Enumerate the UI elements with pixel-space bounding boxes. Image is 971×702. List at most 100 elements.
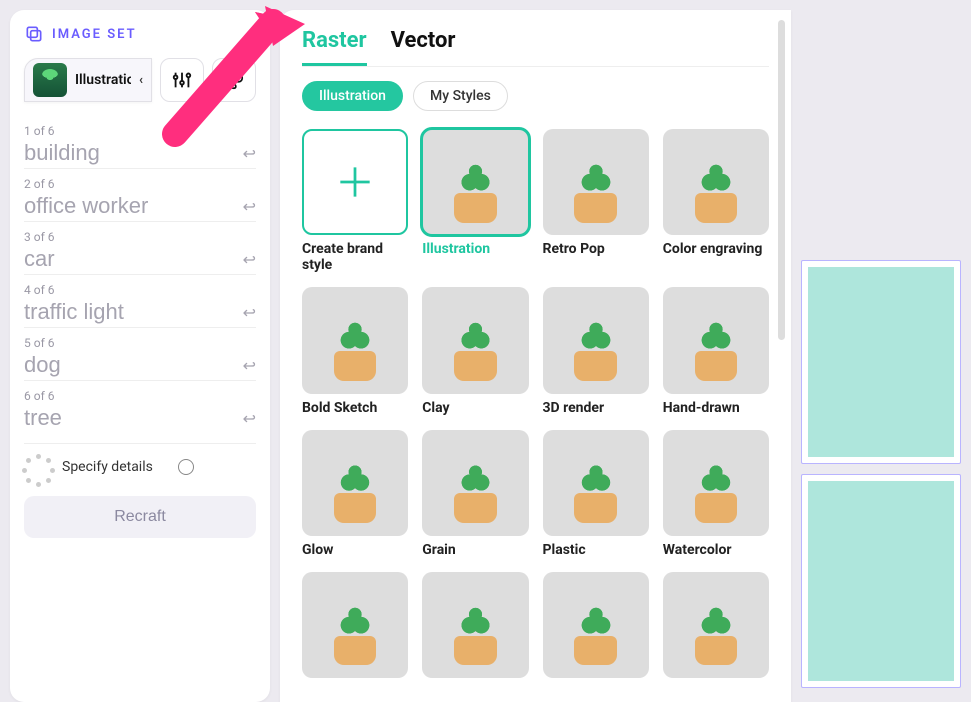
- style-label: Plastic: [543, 542, 649, 558]
- style-thumbnail: [302, 572, 408, 678]
- palette-icon: [223, 69, 245, 91]
- prompt-item: 1 of 6 ↩: [24, 116, 256, 168]
- style-thumbnail: [422, 129, 528, 235]
- style-thumbnail: [422, 572, 528, 678]
- style-thumbnail: [663, 430, 769, 536]
- style-card[interactable]: Retro Pop: [543, 129, 649, 273]
- preview-image: [808, 267, 954, 457]
- prompt-item: 4 of 6 ↩: [24, 274, 256, 327]
- prompt-index: 5 of 6: [24, 336, 256, 350]
- style-card[interactable]: [422, 572, 528, 678]
- style-thumbnail: [543, 430, 649, 536]
- style-thumbnail: [663, 129, 769, 235]
- style-card[interactable]: Clay: [422, 287, 528, 415]
- style-card[interactable]: Glow: [302, 430, 408, 558]
- preview-frame[interactable]: [801, 474, 961, 688]
- prompt-index: 3 of 6: [24, 230, 256, 244]
- style-panel: Raster Vector Illustration My Styles Creat…: [280, 10, 791, 702]
- prompt-index: 4 of 6: [24, 283, 256, 297]
- return-icon: ↩: [243, 409, 256, 428]
- style-card[interactable]: [543, 572, 649, 678]
- style-label: 3D render: [543, 400, 649, 416]
- style-label: Clay: [422, 400, 528, 416]
- style-thumbnail: [663, 572, 769, 678]
- sidebar: IMAGE SET Illustratio ‹ 1 of 6 ↩2 of 6 ↩…: [10, 10, 270, 702]
- filter-my-styles[interactable]: My Styles: [413, 81, 508, 111]
- style-label: Create brand style: [302, 241, 408, 273]
- prompt-input[interactable]: [24, 246, 237, 272]
- style-thumbnail: [302, 287, 408, 393]
- style-grid: Create brand style Illustration Retro Pop C…: [302, 129, 769, 678]
- sidebar-title: IMAGE SET: [24, 24, 256, 44]
- style-card[interactable]: Illustration: [422, 129, 528, 273]
- specify-toggle[interactable]: [178, 459, 194, 475]
- style-label: Hand-drawn: [663, 400, 769, 416]
- return-icon: ↩: [243, 303, 256, 322]
- recraft-button[interactable]: Recraft: [24, 496, 256, 538]
- return-icon: ↩: [243, 356, 256, 375]
- prompt-index: 1 of 6: [24, 124, 256, 138]
- style-card[interactable]: [663, 572, 769, 678]
- sliders-icon: [171, 69, 193, 91]
- style-card[interactable]: Grain: [422, 430, 528, 558]
- prompt-input[interactable]: [24, 193, 237, 219]
- return-icon: ↩: [243, 250, 256, 269]
- prompt-index: 6 of 6: [24, 389, 256, 403]
- style-label: Glow: [302, 542, 408, 558]
- prompt-list: 1 of 6 ↩2 of 6 ↩3 of 6 ↩4 of 6 ↩5 of 6 ↩…: [24, 116, 256, 433]
- settings-button[interactable]: [160, 58, 204, 102]
- filter-illustration[interactable]: Illustration: [302, 81, 403, 111]
- preview-frame[interactable]: [801, 260, 961, 464]
- style-label: Grain: [422, 542, 528, 558]
- style-thumbnail: [302, 129, 408, 235]
- style-selector[interactable]: Illustratio ‹: [24, 58, 152, 102]
- format-tabs: Raster Vector: [302, 24, 769, 67]
- specify-details[interactable]: Specify details: [24, 443, 256, 490]
- prompt-input[interactable]: [24, 140, 237, 166]
- style-thumbnail: [543, 287, 649, 393]
- style-card[interactable]: Hand-drawn: [663, 287, 769, 415]
- tab-vector[interactable]: Vector: [391, 24, 456, 66]
- style-thumbnail: [302, 430, 408, 536]
- layers-icon: [24, 24, 44, 44]
- style-card[interactable]: Bold Sketch: [302, 287, 408, 415]
- return-icon: ↩: [243, 144, 256, 163]
- preview-image: [808, 481, 954, 681]
- style-card[interactable]: 3D render: [543, 287, 649, 415]
- prompt-item: 2 of 6 ↩: [24, 168, 256, 221]
- plus-icon: [333, 160, 377, 204]
- chevron-left-icon: ‹: [139, 73, 143, 88]
- style-thumbnail: [543, 572, 649, 678]
- style-label: Retro Pop: [543, 241, 649, 257]
- prompt-item: 5 of 6 ↩: [24, 327, 256, 380]
- style-thumbnail: [422, 430, 528, 536]
- style-label: Color engraving: [663, 241, 769, 257]
- style-controls: Illustratio ‹: [24, 58, 256, 102]
- specify-label: Specify details: [62, 459, 153, 475]
- style-thumbnail: [422, 287, 528, 393]
- style-thumbnail: [543, 129, 649, 235]
- return-icon: ↩: [243, 197, 256, 216]
- style-card[interactable]: [302, 572, 408, 678]
- prompt-input[interactable]: [24, 352, 237, 378]
- prompt-item: 3 of 6 ↩: [24, 221, 256, 274]
- loader-icon: [26, 454, 52, 480]
- style-label: Bold Sketch: [302, 400, 408, 416]
- style-label: Watercolor: [663, 542, 769, 558]
- style-thumbnail: [663, 287, 769, 393]
- prompt-index: 2 of 6: [24, 177, 256, 191]
- style-selector-label: Illustratio: [75, 72, 131, 88]
- style-thumb: [33, 63, 67, 97]
- filter-chips: Illustration My Styles: [302, 81, 769, 111]
- tab-raster[interactable]: Raster: [302, 24, 367, 66]
- style-card[interactable]: Color engraving: [663, 129, 769, 273]
- prompt-input[interactable]: [24, 299, 237, 325]
- style-card[interactable]: Create brand style: [302, 129, 408, 273]
- palette-button[interactable]: [212, 58, 256, 102]
- style-card[interactable]: Plastic: [543, 430, 649, 558]
- style-label: Illustration: [422, 241, 528, 257]
- style-card[interactable]: Watercolor: [663, 430, 769, 558]
- scrollbar[interactable]: [778, 20, 785, 340]
- prompt-item: 6 of 6 ↩: [24, 380, 256, 433]
- prompt-input[interactable]: [24, 405, 237, 431]
